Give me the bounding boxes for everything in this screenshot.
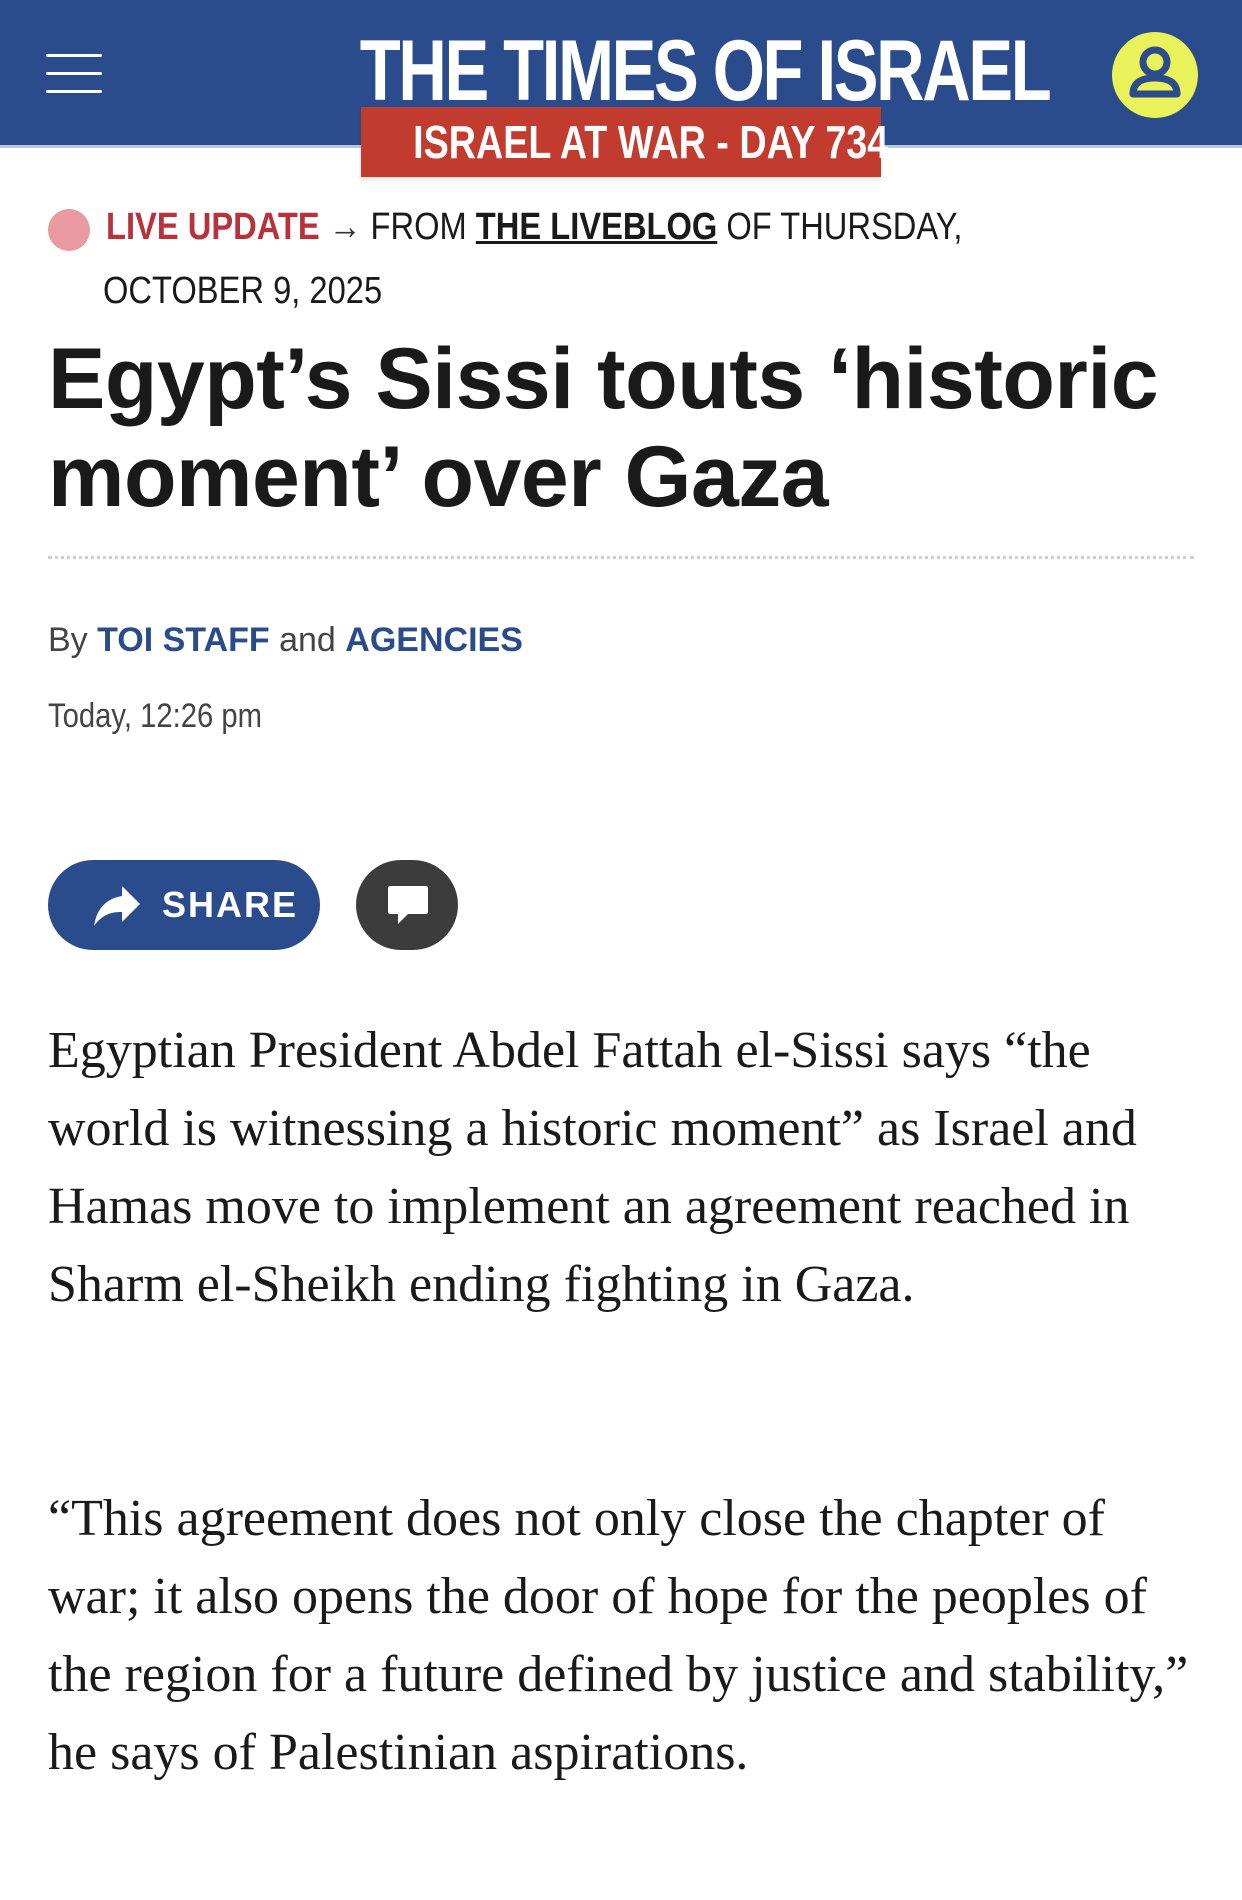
comments-button[interactable]	[356, 860, 458, 950]
share-button[interactable]: SHARE	[48, 860, 320, 950]
live-update-label: LIVE UPDATE	[106, 206, 320, 248]
byline-by: By	[48, 621, 88, 659]
liveblog-date: OCTOBER 9, 2025	[103, 269, 428, 313]
share-button-label: SHARE	[162, 884, 299, 925]
from-text: FROM	[370, 206, 467, 248]
comment-bubble-icon	[388, 886, 428, 924]
byline: By TOI STAFF and AGENCIES	[48, 618, 523, 662]
author-link-agencies[interactable]: AGENCIES	[345, 621, 523, 659]
site-logo[interactable]: THE TIMES OF ISRAEL	[360, 26, 1052, 116]
author-link-toi-staff[interactable]: TOI STAFF	[97, 621, 270, 659]
of-day-text: OF THURSDAY,	[726, 206, 963, 248]
war-day-banner[interactable]: ISRAEL AT WAR - DAY 734	[361, 107, 888, 177]
live-indicator-dot	[48, 209, 90, 251]
byline-and: and	[279, 621, 336, 659]
live-update-line: LIVE UPDATE → FROM THE LIVEBLOG OF THURS…	[106, 205, 1206, 249]
article-headline: Egypt’s Sissi touts ‘historic moment’ ov…	[48, 331, 1159, 525]
liveblog-link[interactable]: THE LIVEBLOG	[476, 206, 717, 248]
article-timestamp-text: Today, 12:26 pm	[48, 697, 263, 735]
article-paragraph: “This agreement does not only close the …	[48, 1490, 1189, 1781]
war-day-banner-text: ISRAEL AT WAR - DAY 734	[413, 116, 889, 168]
article-timestamp: Today, 12:26 pm	[48, 694, 297, 738]
hamburger-menu-icon[interactable]	[46, 52, 102, 96]
share-arrow-icon	[94, 886, 140, 926]
arrow-right-icon: →	[328, 206, 362, 248]
liveblog-date-text: OCTOBER 9, 2025	[103, 270, 383, 312]
article-paragraph: Egyptian President Abdel Fattah el-Sissi…	[48, 1022, 1137, 1313]
user-account-icon[interactable]	[1112, 32, 1198, 118]
headline-divider	[48, 556, 1194, 559]
